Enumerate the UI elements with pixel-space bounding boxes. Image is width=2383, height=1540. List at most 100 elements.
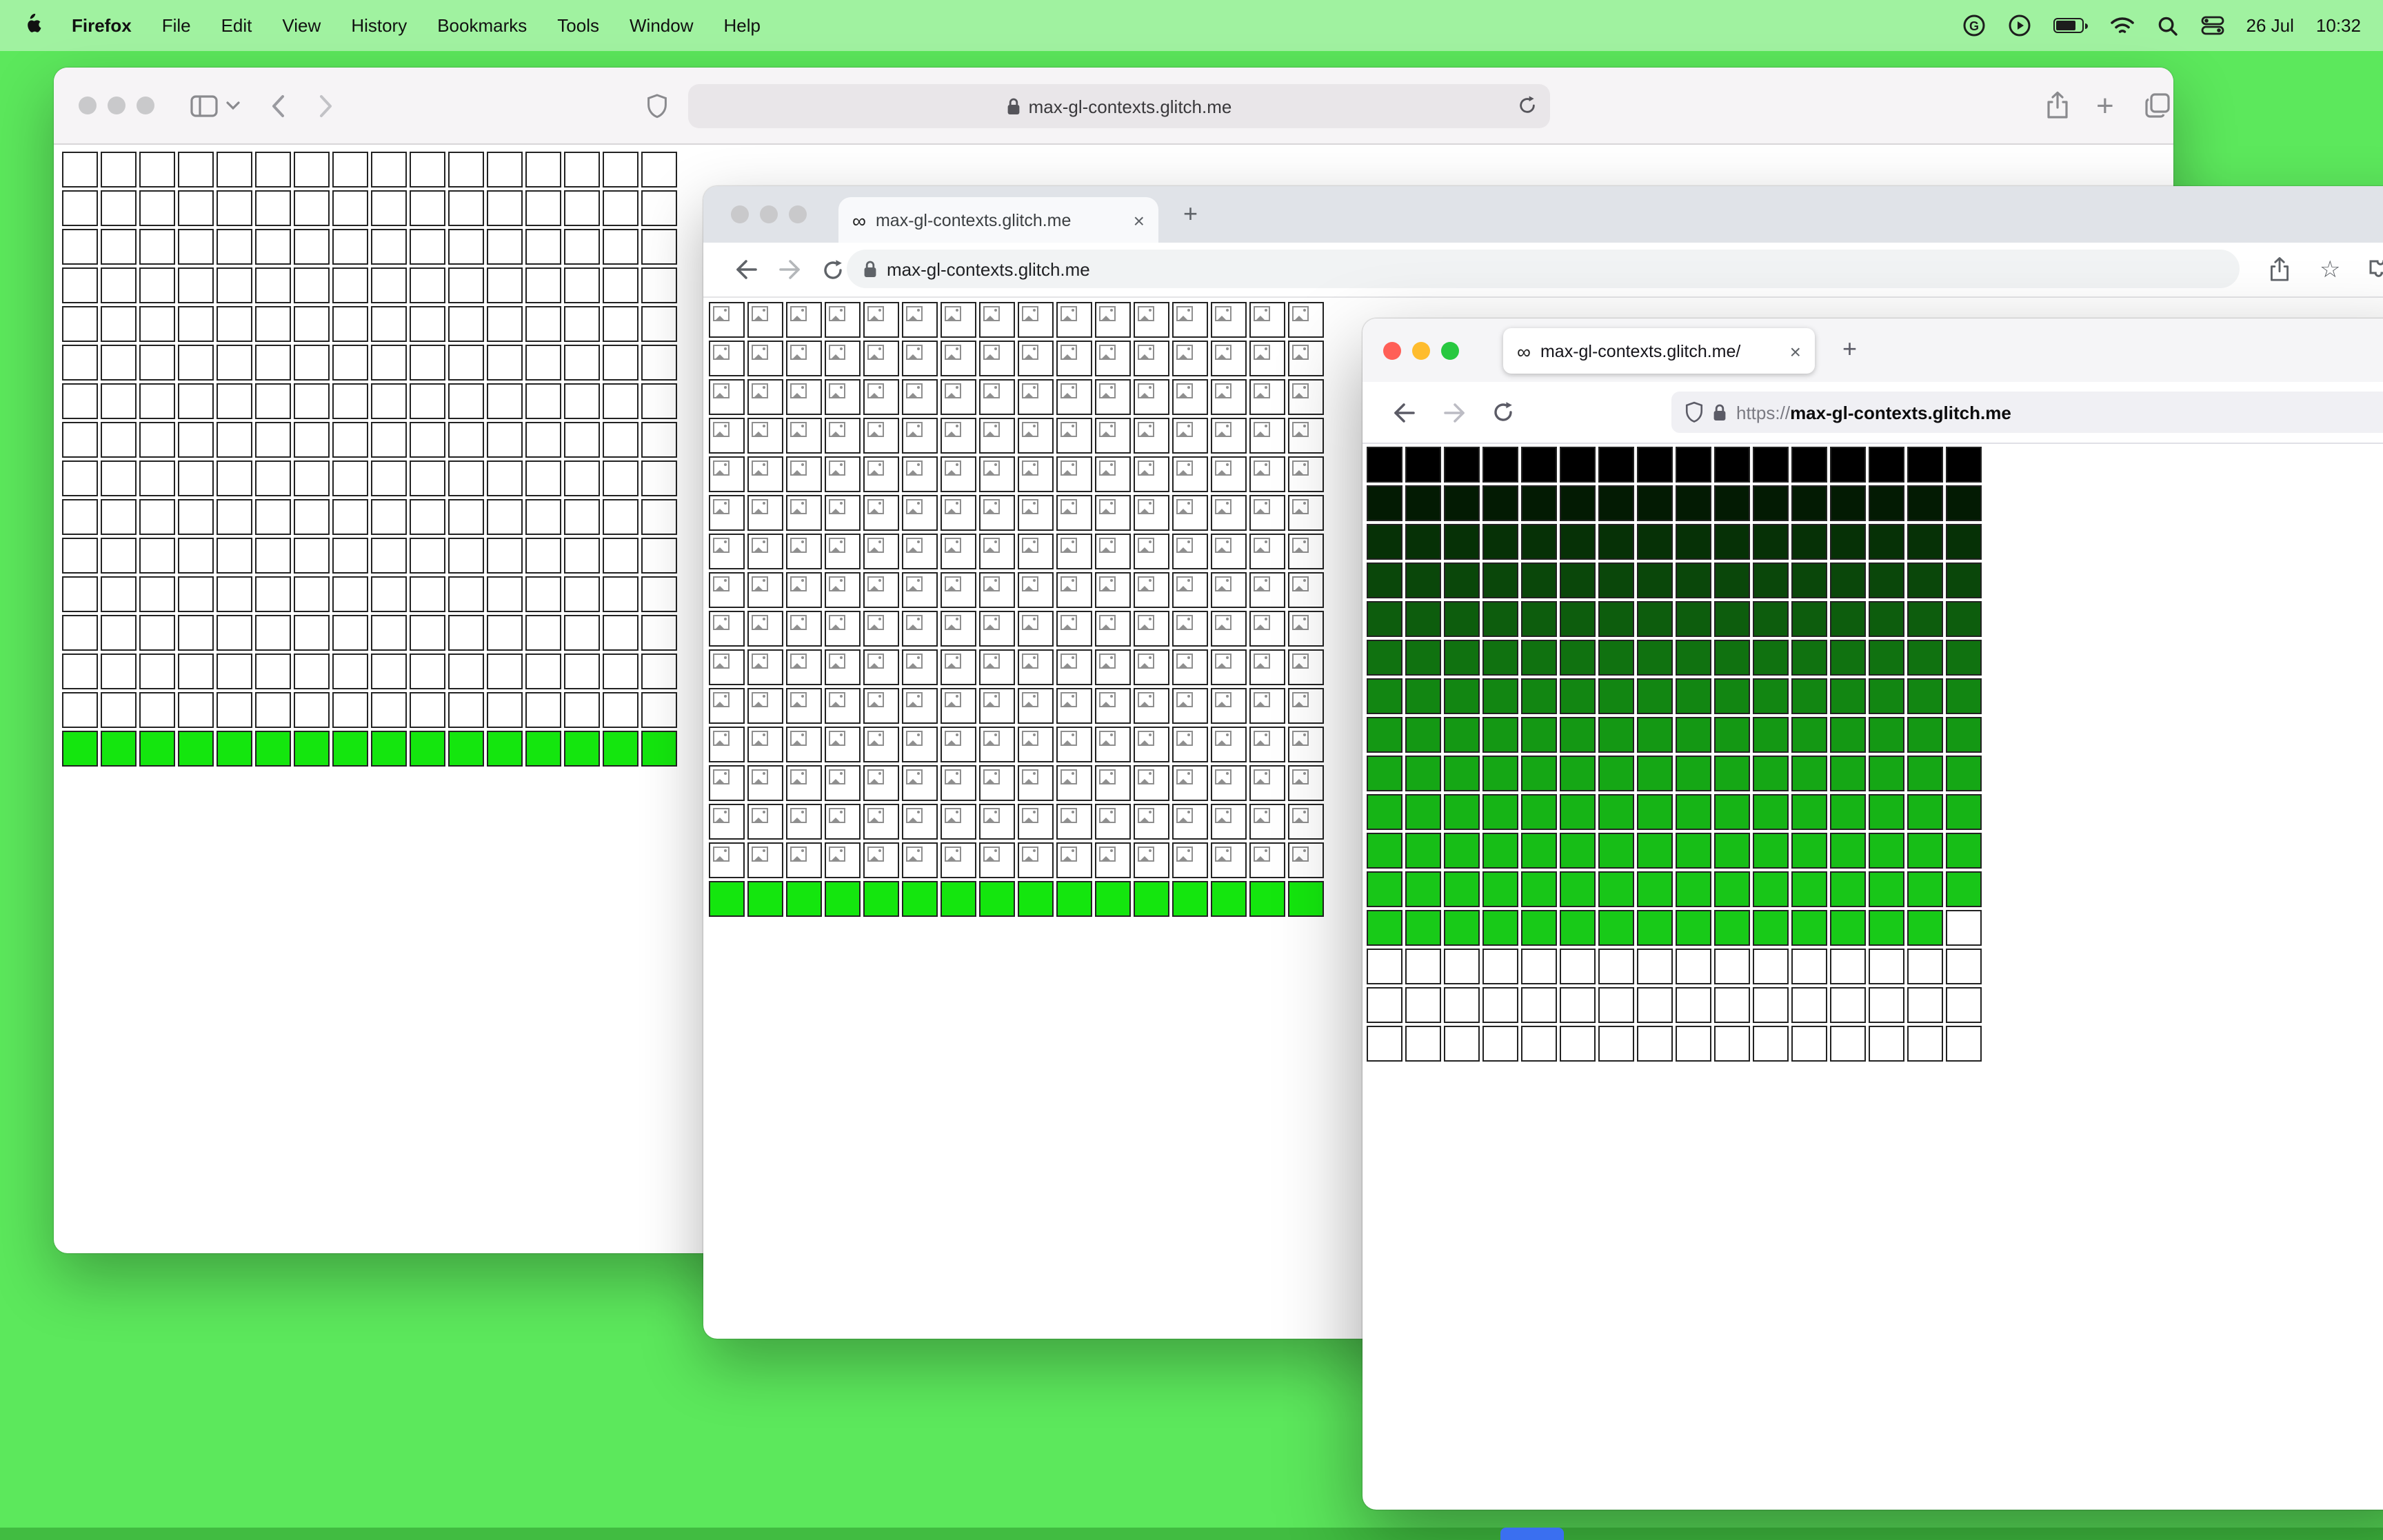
gl-canvas-cell [62, 152, 98, 188]
tab-close-icon[interactable]: × [1790, 341, 1801, 361]
gl-canvas-cell [1598, 640, 1634, 676]
firefox-url-field[interactable]: https://max-gl-contexts.glitch.me [1671, 392, 2383, 433]
minimize-window-button[interactable] [1412, 342, 1430, 360]
zoom-window-button[interactable] [137, 97, 154, 114]
menu-file[interactable]: File [162, 15, 191, 36]
gl-canvas-cell [371, 152, 407, 188]
new-tab-button[interactable]: + [2096, 90, 2114, 121]
menu-window[interactable]: Window [630, 15, 694, 36]
apple-menu-icon[interactable] [22, 13, 41, 38]
new-tab-button[interactable]: + [1842, 335, 1857, 364]
gl-canvas-cell [1134, 804, 1169, 840]
forward-button[interactable] [778, 259, 801, 280]
gl-canvas-cell [709, 804, 745, 840]
reload-icon[interactable] [1517, 94, 1538, 121]
broken-image-icon [829, 615, 845, 630]
back-button[interactable] [270, 93, 285, 118]
menu-tools[interactable]: Tools [557, 15, 599, 36]
control-center-icon[interactable] [2201, 13, 2224, 38]
sidebar-chevron-down-icon[interactable] [226, 101, 240, 110]
tab-overview-icon[interactable] [2144, 92, 2171, 119]
menubar-app-name[interactable]: Firefox [72, 15, 132, 36]
minimize-window-button[interactable] [760, 205, 778, 223]
chrome-active-tab[interactable]: ∞ max-gl-contexts.glitch.me × [838, 197, 1158, 243]
play-status-icon[interactable] [2008, 13, 2031, 38]
privacy-shield-icon[interactable] [647, 94, 667, 119]
menubar-date[interactable]: 26 Jul [2246, 15, 2294, 36]
share-icon[interactable] [2045, 91, 2070, 120]
spotlight-search-icon[interactable] [2157, 13, 2179, 38]
battery-icon[interactable] [2053, 18, 2088, 33]
gl-canvas-cell [1056, 418, 1092, 454]
reload-icon[interactable] [1492, 401, 1514, 423]
back-button[interactable] [1393, 402, 1416, 423]
broken-image-icon [1022, 654, 1038, 669]
gl-canvas-cell [1172, 418, 1208, 454]
gl-canvas-cell [1560, 640, 1596, 676]
forward-button[interactable] [1442, 402, 1466, 423]
broken-image-icon [945, 808, 961, 823]
lock-icon[interactable] [1713, 403, 1727, 421]
menu-history[interactable]: History [351, 15, 407, 36]
back-button[interactable] [735, 259, 758, 280]
gl-canvas-cell [747, 727, 783, 762]
tab-close-icon[interactable]: × [1134, 210, 1145, 230]
reload-icon[interactable] [822, 259, 844, 281]
menu-help[interactable]: Help [724, 15, 761, 36]
wifi-icon[interactable] [2110, 13, 2135, 38]
gl-canvas-cell [410, 306, 445, 342]
gl-canvas-cell [1095, 765, 1131, 801]
gl-canvas-cell [448, 422, 484, 458]
gl-canvas-cell [448, 190, 484, 226]
bookmark-star-icon[interactable]: ☆ [2320, 256, 2341, 283]
share-icon[interactable] [2269, 256, 2291, 283]
gl-canvas-cell [487, 152, 523, 188]
chrome-url-field[interactable]: max-gl-contexts.glitch.me [847, 250, 2240, 288]
menubar-time[interactable]: 10:32 [2316, 15, 2361, 36]
gl-canvas-cell [1676, 524, 1711, 560]
sidebar-toggle-icon[interactable] [190, 94, 218, 116]
broken-image-icon [790, 306, 807, 321]
gl-canvas-cell [1172, 302, 1208, 338]
gl-canvas-cell [1676, 871, 1711, 907]
broken-image-icon [790, 538, 807, 553]
gl-canvas-cell [1560, 1026, 1596, 1062]
gl-canvas-cell [178, 190, 214, 226]
gl-canvas-cell [1560, 871, 1596, 907]
safari-url-field[interactable]: max-gl-contexts.glitch.me [688, 84, 1550, 128]
gl-canvas-cell [1172, 534, 1208, 569]
gl-canvas-cell [178, 460, 214, 496]
close-window-button[interactable] [1383, 342, 1401, 360]
firefox-active-tab[interactable]: ∞ max-gl-contexts.glitch.me/ × [1503, 328, 1815, 374]
gl-canvas-cell [139, 190, 175, 226]
broken-image-icon [829, 654, 845, 669]
broken-image-icon [829, 847, 845, 862]
menu-bookmarks[interactable]: Bookmarks [437, 15, 527, 36]
tracking-shield-icon[interactable] [1685, 401, 1703, 423]
menu-edit[interactable]: Edit [221, 15, 252, 36]
close-window-button[interactable] [731, 205, 749, 223]
gl-canvas-cell [1482, 949, 1518, 984]
zoom-window-button[interactable] [1441, 342, 1459, 360]
gl-canvas-cell [255, 152, 291, 188]
gl-canvas-cell [1405, 794, 1441, 830]
minimize-window-button[interactable] [108, 97, 125, 114]
gl-canvas-cell [1134, 534, 1169, 569]
broken-image-icon [867, 422, 884, 437]
gl-canvas-cell [786, 611, 822, 647]
forward-button[interactable] [319, 93, 334, 118]
broken-image-icon [983, 345, 1000, 360]
grammarly-icon[interactable]: G [1962, 13, 1986, 38]
extensions-puzzle-icon[interactable] [2366, 258, 2383, 281]
gl-canvas-cell [1598, 833, 1634, 869]
gl-canvas-cell [786, 456, 822, 492]
new-tab-button[interactable]: + [1183, 200, 1198, 229]
dock-app-peek[interactable] [1500, 1528, 1564, 1540]
gl-canvas-cell [1134, 881, 1169, 917]
menu-view[interactable]: View [282, 15, 321, 36]
zoom-window-button[interactable] [789, 205, 807, 223]
close-window-button[interactable] [79, 97, 97, 114]
broken-image-icon [713, 422, 730, 437]
gl-canvas-cell [603, 692, 639, 728]
gl-canvas-cell [747, 842, 783, 878]
